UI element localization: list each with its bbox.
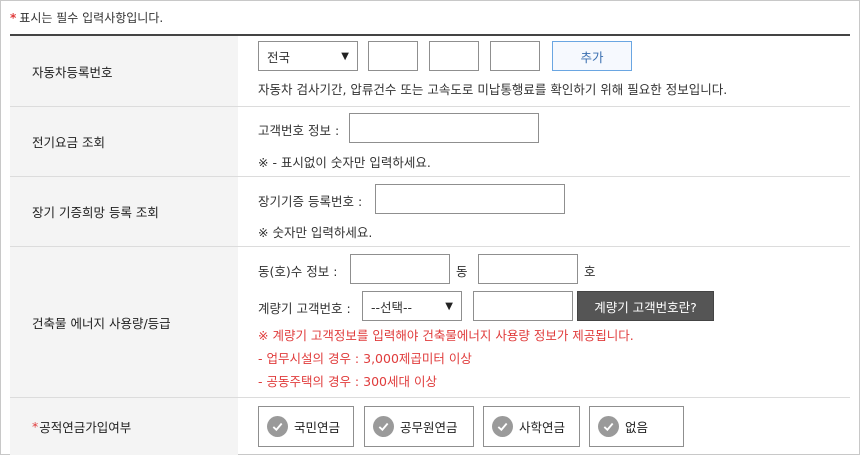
region-select[interactable]: 전국 ▼ bbox=[258, 41, 358, 71]
electric-help-text: ※ - 표시없이 숫자만 입력하세요. bbox=[258, 155, 431, 170]
required-note: * 표시는 필수 입력사항입니다. bbox=[10, 9, 163, 26]
customer-number-label: 고객번호 정보 : bbox=[258, 123, 340, 138]
meter-number-label: 계량기 고객번호 : bbox=[258, 301, 351, 316]
dong-ho-label: 동(호)수 정보 : bbox=[258, 264, 338, 279]
apartment-condition-text: - 공동주택의 경우 : 300세대 이상 bbox=[258, 374, 437, 389]
ho-input[interactable] bbox=[478, 254, 578, 284]
organ-number-label: 장기기증 등록번호 : bbox=[258, 194, 363, 209]
row-pension: * 공적연금가입여부 국민연금 공무원연금 사학연금 없음 bbox=[10, 398, 850, 455]
ho-suffix: 호 bbox=[584, 264, 596, 279]
add-button[interactable]: 추가 bbox=[552, 41, 632, 71]
pension-option-private-school[interactable]: 사학연금 bbox=[483, 406, 580, 447]
office-condition-text: - 업무시설의 경우 : 3,000제곱미터 이상 bbox=[258, 351, 472, 366]
check-icon bbox=[598, 416, 619, 437]
check-icon bbox=[492, 416, 513, 437]
pension-option-label: 없음 bbox=[625, 420, 649, 435]
vehicle-help-text: 자동차 검사기간, 압류건수 또는 고속도로 미납통행료를 확인하기 위해 필요… bbox=[258, 82, 728, 97]
organ-number-input[interactable] bbox=[375, 184, 565, 214]
pension-option-none[interactable]: 없음 bbox=[589, 406, 684, 447]
required-note-text: 표시는 필수 입력사항입니다. bbox=[19, 11, 164, 25]
meter-warning-text: ※ 계량기 고객정보를 입력해야 건축물에너지 사용량 정보가 제공됩니다. bbox=[258, 328, 634, 343]
pension-option-label: 사학연금 bbox=[519, 420, 566, 435]
plate-part-2-input[interactable] bbox=[429, 41, 479, 71]
row-organ-donation: 장기 기증희망 등록 조회 장기기증 등록번호 : ※ 숫자만 입력하세요. bbox=[10, 177, 850, 247]
chevron-down-icon: ▼ bbox=[445, 300, 453, 312]
meter-number-input[interactable] bbox=[473, 291, 573, 321]
pension-option-civil-servant[interactable]: 공무원연금 bbox=[364, 406, 474, 447]
row-electric: 전기요금 조회 고객번호 정보 : ※ - 표시없이 숫자만 입력하세요. bbox=[10, 107, 850, 177]
pension-option-national[interactable]: 국민연금 bbox=[258, 406, 354, 447]
pension-option-label: 공무원연금 bbox=[400, 420, 458, 435]
pension-label-text: 공적연금가입여부 bbox=[39, 420, 132, 435]
organ-help-text: ※ 숫자만 입력하세요. bbox=[258, 225, 373, 240]
building-label: 건축물 에너지 사용량/등급 bbox=[10, 247, 238, 397]
dong-suffix: 동 bbox=[456, 264, 468, 279]
pension-label: * 공적연금가입여부 bbox=[10, 398, 238, 455]
check-icon bbox=[267, 416, 288, 437]
meter-type-select[interactable]: --선택-- ▼ bbox=[362, 291, 462, 321]
meter-type-select-value: --선택-- bbox=[371, 299, 413, 315]
row-vehicle: 자동차등록번호 전국 ▼ 추가 자동차 검사기간, 압류건수 또는 고속도로 미… bbox=[10, 36, 850, 107]
chevron-down-icon: ▼ bbox=[341, 50, 349, 62]
vehicle-label: 자동차등록번호 bbox=[10, 36, 238, 106]
check-icon bbox=[373, 416, 394, 437]
pension-option-label: 국민연금 bbox=[294, 420, 341, 435]
customer-number-input[interactable] bbox=[349, 113, 539, 143]
organ-label: 장기 기증희망 등록 조회 bbox=[10, 177, 238, 246]
dong-input[interactable] bbox=[350, 254, 450, 284]
region-select-value: 전국 bbox=[267, 49, 291, 65]
plate-part-3-input[interactable] bbox=[490, 41, 540, 71]
electric-label: 전기요금 조회 bbox=[10, 107, 238, 176]
plate-part-1-input[interactable] bbox=[368, 41, 418, 71]
row-building-energy: 건축물 에너지 사용량/등급 동(호)수 정보 : 동 호 계량기 고객번호 :… bbox=[10, 247, 850, 398]
required-star: * bbox=[10, 11, 17, 25]
required-star: * bbox=[32, 419, 39, 434]
meter-help-button[interactable]: 계량기 고객번호란? bbox=[577, 291, 714, 321]
